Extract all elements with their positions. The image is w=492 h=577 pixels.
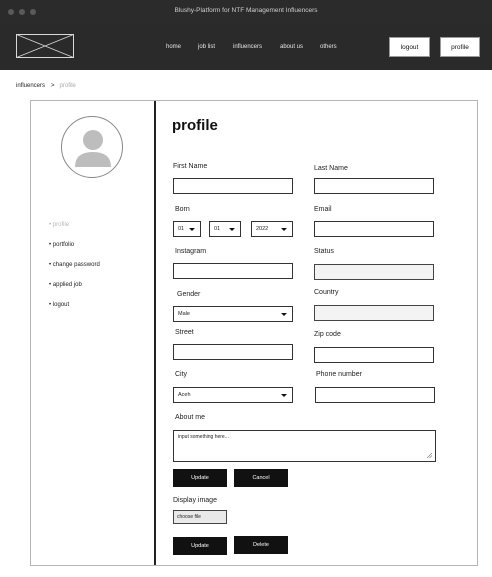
zip-code-field[interactable] (314, 347, 434, 363)
user-avatar-icon (61, 116, 123, 178)
country-field[interactable] (314, 305, 434, 321)
nav-about-us-link[interactable]: about us (280, 44, 303, 50)
born-label: Born (175, 206, 190, 213)
profile-sidebar: • profile • portfolio • change password … (31, 101, 156, 565)
sidebar-item-portfolio[interactable]: • portfolio (49, 242, 74, 248)
top-navbar: home job list influencers about us other… (0, 25, 492, 70)
caret-down-icon (281, 313, 287, 316)
first-name-label: First Name (173, 163, 208, 170)
street-label: Street (175, 329, 194, 336)
sidebar-item-applied-job[interactable]: • applied job (49, 282, 82, 288)
update-image-button[interactable]: Update (173, 537, 227, 555)
delete-image-button[interactable]: Delete (234, 536, 288, 554)
born-year-value: 2022 (256, 226, 269, 232)
placeholder-logo-icon[interactable] (16, 34, 74, 58)
breadcrumb-separator: > (51, 83, 55, 89)
nav-home-link[interactable]: home (166, 44, 181, 50)
profile-button[interactable]: profile (440, 37, 480, 57)
page-title: profile (172, 117, 218, 134)
last-name-label: Last Name (314, 165, 348, 172)
about-me-label: About me (175, 414, 205, 421)
nav-job-list-link[interactable]: job list (198, 44, 215, 50)
caret-down-icon (281, 228, 287, 231)
breadcrumb: influencers > profile (16, 83, 76, 89)
email-field[interactable] (314, 221, 434, 237)
cancel-button[interactable]: Cancel (234, 469, 288, 487)
caret-down-icon (229, 228, 235, 231)
profile-frame: • profile • portfolio • change password … (30, 100, 478, 566)
about-me-textarea[interactable]: input something here... (173, 430, 436, 462)
first-name-field[interactable] (173, 178, 293, 194)
instagram-label: Instagram (175, 248, 207, 255)
city-select[interactable]: Aceh (173, 387, 293, 403)
about-me-placeholder: input something here... (178, 434, 229, 440)
status-field[interactable] (314, 264, 434, 280)
born-day-select[interactable]: 01 (173, 221, 201, 237)
phone-number-label: Phone number (316, 371, 362, 378)
caret-down-icon (189, 228, 195, 231)
status-label: Status (314, 248, 334, 255)
born-month-select[interactable]: 01 (209, 221, 241, 237)
email-label: Email (314, 206, 332, 213)
window-title: Blushy-Platform for NTF Management Influ… (174, 7, 318, 14)
sidebar-item-logout[interactable]: • logout (49, 302, 69, 308)
display-image-label: Display image (173, 497, 217, 504)
sidebar-item-change-password[interactable]: • change password (49, 262, 100, 268)
breadcrumb-influencers-link[interactable]: influencers (16, 83, 45, 89)
gender-label: Gender (177, 291, 201, 298)
gender-value: Male (178, 311, 190, 317)
instagram-field[interactable] (173, 263, 293, 279)
gender-select[interactable]: Male (173, 306, 293, 322)
born-day-value: 01 (178, 226, 185, 232)
city-label: City (175, 371, 188, 378)
born-year-select[interactable]: 2022 (251, 221, 293, 237)
born-month-value: 01 (214, 226, 221, 232)
breadcrumb-current: profile (59, 83, 76, 89)
city-value: Aceh (178, 392, 191, 398)
street-field[interactable] (173, 344, 293, 360)
nav-others-link[interactable]: others (320, 44, 337, 50)
sidebar-item-profile[interactable]: • profile (49, 222, 69, 228)
country-label: Country (314, 289, 339, 296)
phone-number-field[interactable] (315, 387, 435, 403)
window-titlebar: Blushy-Platform for NTF Management Influ… (0, 0, 492, 25)
last-name-field[interactable] (314, 178, 434, 194)
zip-code-label: Zip code (314, 331, 341, 338)
resize-handle-icon[interactable] (427, 453, 432, 458)
caret-down-icon (281, 394, 287, 397)
nav-influencers-link[interactable]: influencers (233, 44, 262, 50)
choose-file-button[interactable]: choose file (173, 510, 227, 524)
logout-button[interactable]: logout (389, 37, 430, 57)
update-profile-button[interactable]: Update (173, 469, 227, 487)
